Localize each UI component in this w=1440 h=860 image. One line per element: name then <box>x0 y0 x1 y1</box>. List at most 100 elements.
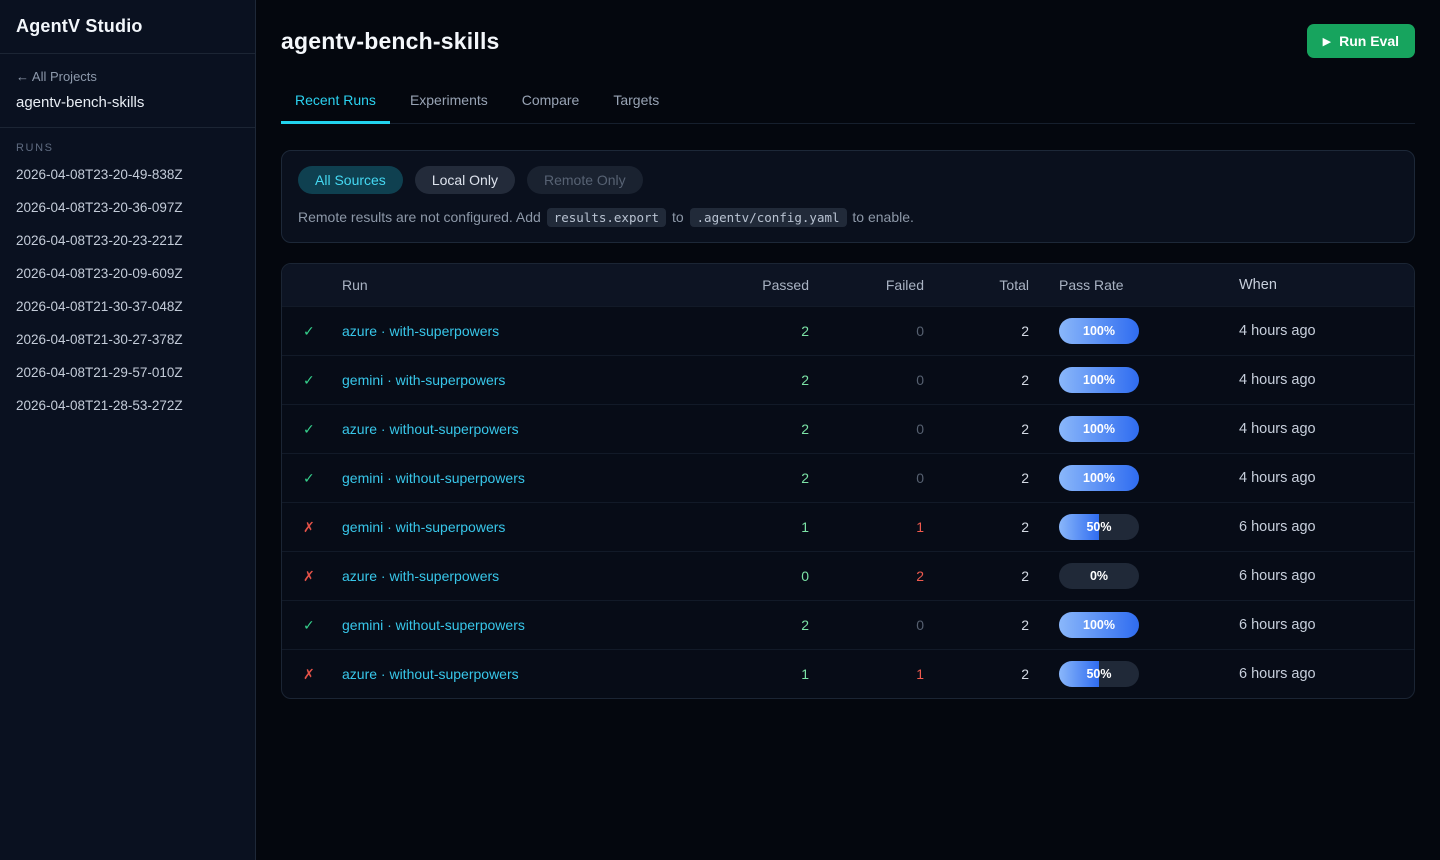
passed-count: 2 <box>694 617 809 633</box>
source-filter-chips: All Sources Local Only Remote Only <box>298 166 1398 194</box>
tab-bar: Recent Runs Experiments Compare Targets <box>281 80 1415 124</box>
failed-count: 0 <box>809 617 924 633</box>
total-count: 2 <box>924 666 1029 682</box>
run-eval-button[interactable]: ▶ Run Eval <box>1307 24 1415 58</box>
pass-rate-label: 50% <box>1059 661 1139 687</box>
failed-count: 2 <box>809 568 924 584</box>
total-count: 2 <box>924 470 1029 486</box>
run-status-icon: ✗ <box>282 519 342 536</box>
run-status-icon: ✓ <box>282 617 342 634</box>
failed-count: 1 <box>809 666 924 682</box>
note-fragment: Remote results are not configured. Add <box>298 209 545 225</box>
table-row: ✗ gemini · with-superpowers 1 1 2 50% 6 … <box>282 502 1414 551</box>
run-link[interactable]: azure · without-superpowers <box>342 666 519 682</box>
run-link[interactable]: gemini · with-superpowers <box>342 372 505 388</box>
pass-rate-label: 100% <box>1059 318 1139 344</box>
app-brand: AgentV Studio <box>0 0 255 54</box>
sidebar-run-item[interactable]: 2026-04-08T23-20-49-838Z <box>16 158 239 191</box>
pass-rate-pill: 100% <box>1059 367 1139 393</box>
run-link[interactable]: azure · with-superpowers <box>342 568 499 584</box>
run-when: 6 hours ago <box>1239 617 1414 633</box>
pass-rate-cell: 100% <box>1029 465 1239 491</box>
sidebar: AgentV Studio ← All Projects agentv-benc… <box>0 0 256 860</box>
pass-rate-label: 100% <box>1059 612 1139 638</box>
sidebar-run-item[interactable]: 2026-04-08T23-20-23-221Z <box>16 224 239 257</box>
run-link[interactable]: azure · with-superpowers <box>342 323 499 339</box>
runs-table: Run Passed Failed Total Pass Rate When ✓… <box>281 263 1415 699</box>
total-count: 2 <box>924 372 1029 388</box>
failed-count: 0 <box>809 323 924 339</box>
col-passed: Passed <box>694 277 809 293</box>
pass-rate-label: 0% <box>1059 563 1139 589</box>
passed-count: 2 <box>694 421 809 437</box>
pass-rate-pill: 100% <box>1059 465 1139 491</box>
remote-config-note: Remote results are not configured. Add r… <box>298 209 1398 225</box>
run-link[interactable]: gemini · without-superpowers <box>342 617 525 633</box>
run-when: 6 hours ago <box>1239 568 1414 584</box>
current-project-name: agentv-bench-skills <box>16 94 239 111</box>
pass-rate-label: 50% <box>1059 514 1139 540</box>
run-status-icon: ✗ <box>282 666 342 683</box>
pass-rate-pill: 100% <box>1059 318 1139 344</box>
passed-count: 2 <box>694 372 809 388</box>
pass-rate-label: 100% <box>1059 416 1139 442</box>
source-filter-chip[interactable]: Remote Only <box>527 166 643 194</box>
all-projects-back-link[interactable]: ← All Projects <box>16 69 97 84</box>
runs-section-label: RUNS <box>16 142 239 154</box>
source-filter-chip[interactable]: Local Only <box>415 166 515 194</box>
app-title: AgentV Studio <box>16 16 239 37</box>
pass-rate-cell: 100% <box>1029 416 1239 442</box>
sidebar-run-item[interactable]: 2026-04-08T21-30-37-048Z <box>16 290 239 323</box>
sidebar-runs-list: RUNS 2026-04-08T23-20-49-838Z 2026-04-08… <box>0 128 255 436</box>
sidebar-run-item[interactable]: 2026-04-08T21-29-57-010Z <box>16 356 239 389</box>
sidebar-run-item[interactable]: 2026-04-08T21-28-53-272Z <box>16 389 239 422</box>
tab[interactable]: Experiments <box>396 80 502 124</box>
sidebar-run-item[interactable]: 2026-04-08T23-20-09-609Z <box>16 257 239 290</box>
tab[interactable]: Compare <box>508 80 594 124</box>
table-row: ✓ gemini · with-superpowers 2 0 2 100% 4… <box>282 355 1414 404</box>
sidebar-run-item[interactable]: 2026-04-08T21-30-27-378Z <box>16 323 239 356</box>
pass-rate-cell: 50% <box>1029 514 1239 540</box>
passed-count: 1 <box>694 666 809 682</box>
run-when: 6 hours ago <box>1239 519 1414 535</box>
run-name-cell: gemini · without-superpowers <box>342 617 694 633</box>
failed-count: 0 <box>809 421 924 437</box>
run-name-cell: gemini · with-superpowers <box>342 519 694 535</box>
sidebar-project-section: ← All Projects agentv-bench-skills <box>0 54 255 128</box>
table-row: ✓ azure · with-superpowers 2 0 2 100% 4 … <box>282 306 1414 355</box>
failed-count: 0 <box>809 372 924 388</box>
pass-rate-pill: 100% <box>1059 416 1139 442</box>
note-fragment: to <box>668 209 687 225</box>
col-failed: Failed <box>809 277 924 293</box>
run-link[interactable]: gemini · with-superpowers <box>342 519 505 535</box>
table-row: ✓ azure · without-superpowers 2 0 2 100%… <box>282 404 1414 453</box>
total-count: 2 <box>924 421 1029 437</box>
run-name-cell: azure · with-superpowers <box>342 568 694 584</box>
run-link[interactable]: azure · without-superpowers <box>342 421 519 437</box>
pass-rate-cell: 100% <box>1029 367 1239 393</box>
col-when: When <box>1239 277 1414 293</box>
run-name-cell: azure · with-superpowers <box>342 323 694 339</box>
pass-rate-pill: 50% <box>1059 661 1139 687</box>
pass-rate-label: 100% <box>1059 465 1139 491</box>
run-link[interactable]: gemini · without-superpowers <box>342 470 525 486</box>
pass-rate-pill: 50% <box>1059 514 1139 540</box>
run-when: 4 hours ago <box>1239 421 1414 437</box>
page-header: agentv-bench-skills ▶ Run Eval <box>281 0 1415 58</box>
col-total: Total <box>924 277 1029 293</box>
sidebar-run-item[interactable]: 2026-04-08T23-20-36-097Z <box>16 191 239 224</box>
source-filter-chip[interactable]: All Sources <box>298 166 403 194</box>
passed-count: 0 <box>694 568 809 584</box>
total-count: 2 <box>924 617 1029 633</box>
table-row: ✓ gemini · without-superpowers 2 0 2 100… <box>282 600 1414 649</box>
total-count: 2 <box>924 519 1029 535</box>
runs-table-header: Run Passed Failed Total Pass Rate When <box>282 264 1414 306</box>
tab[interactable]: Recent Runs <box>281 80 390 124</box>
table-row: ✓ gemini · without-superpowers 2 0 2 100… <box>282 453 1414 502</box>
note-fragment: to enable. <box>849 209 914 225</box>
pass-rate-cell: 100% <box>1029 318 1239 344</box>
run-name-cell: gemini · without-superpowers <box>342 470 694 486</box>
run-when: 4 hours ago <box>1239 323 1414 339</box>
pass-rate-pill: 0% <box>1059 563 1139 589</box>
tab[interactable]: Targets <box>599 80 673 124</box>
